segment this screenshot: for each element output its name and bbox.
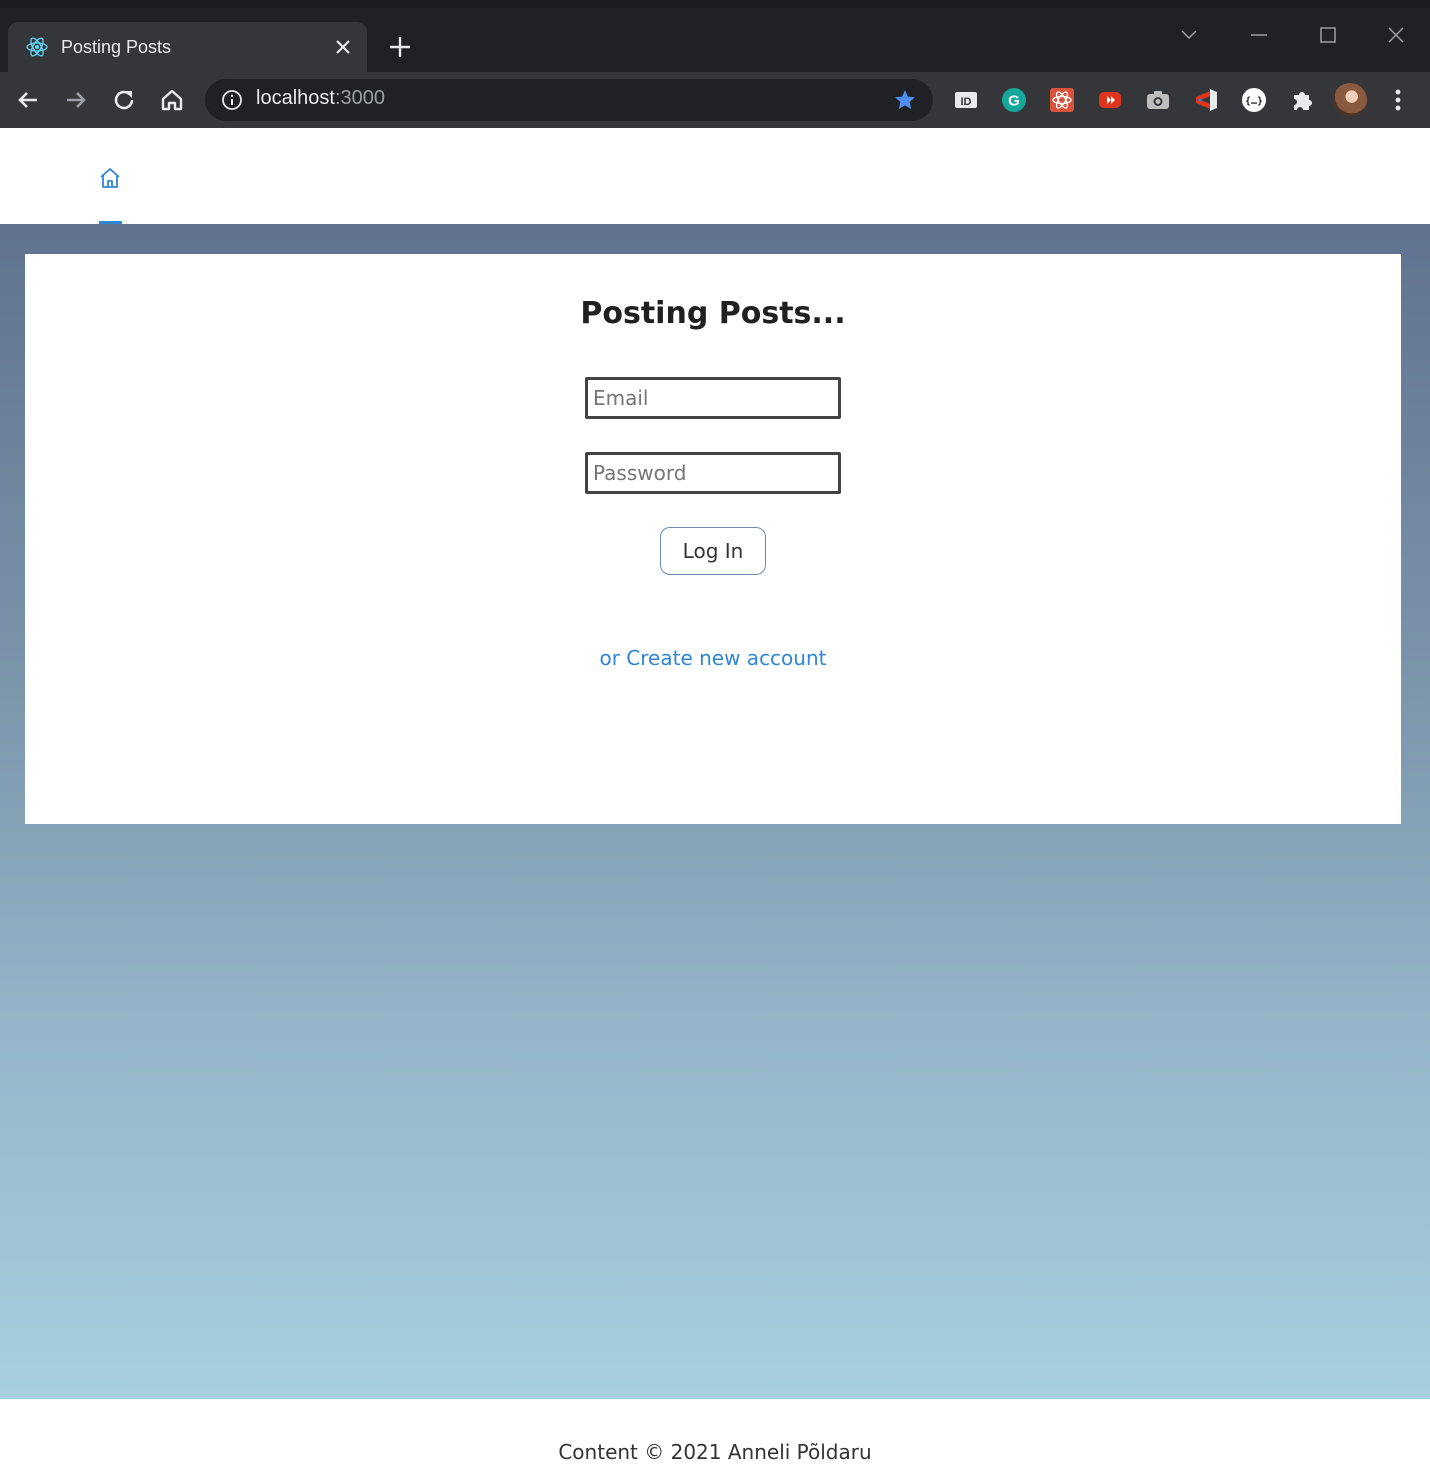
minimize-icon[interactable] bbox=[1244, 20, 1274, 50]
json-viewer-icon[interactable]: {…} bbox=[1240, 86, 1268, 114]
url-port: :3000 bbox=[334, 87, 385, 109]
password-field[interactable] bbox=[585, 452, 841, 494]
vscode-extension-icon[interactable] bbox=[1192, 86, 1220, 114]
info-icon[interactable] bbox=[221, 89, 243, 111]
svg-text:ID: ID bbox=[961, 96, 972, 108]
site-navbar bbox=[0, 128, 1430, 224]
url-host: localhost bbox=[256, 87, 335, 109]
svg-text:{…}: {…} bbox=[1245, 96, 1263, 107]
footer-copyright: Content © 2021 Anneli Põldaru bbox=[558, 1440, 872, 1464]
back-arrow-icon[interactable] bbox=[12, 84, 44, 116]
page-title: Posting Posts... bbox=[580, 296, 846, 331]
star-icon[interactable] bbox=[893, 88, 917, 112]
create-account-link[interactable]: or Create new account bbox=[25, 646, 1401, 670]
plus-icon[interactable] bbox=[386, 33, 414, 61]
tab-strip: Posting Posts bbox=[0, 8, 1430, 72]
maximize-icon[interactable] bbox=[1313, 20, 1343, 50]
footer: Content © 2021 Anneli Põldaru bbox=[0, 1399, 1430, 1473]
react-atom-icon bbox=[26, 37, 48, 57]
email-field[interactable] bbox=[585, 377, 841, 419]
grammarly-icon[interactable]: G bbox=[1000, 86, 1028, 114]
puzzle-icon[interactable] bbox=[1288, 86, 1316, 114]
browser-tab-active[interactable]: Posting Posts bbox=[8, 22, 367, 72]
camera-extension-icon[interactable] bbox=[1144, 86, 1172, 114]
window-frame bbox=[0, 0, 1430, 8]
tab-title: Posting Posts bbox=[61, 37, 172, 57]
video-extension-icon[interactable] bbox=[1096, 86, 1124, 114]
address-bar[interactable]: localhost:3000 bbox=[205, 79, 933, 121]
close-icon[interactable] bbox=[331, 35, 355, 59]
forward-arrow-icon[interactable] bbox=[60, 84, 92, 116]
profile-avatar[interactable] bbox=[1333, 83, 1367, 117]
react-devtools-icon[interactable] bbox=[1048, 86, 1076, 114]
svg-text:G: G bbox=[1008, 93, 1020, 110]
reload-icon[interactable] bbox=[108, 84, 140, 116]
id-extension-icon[interactable]: ID bbox=[952, 86, 980, 114]
home-icon[interactable] bbox=[96, 164, 124, 192]
kebab-menu-icon[interactable] bbox=[1382, 84, 1414, 116]
login-button[interactable]: Log In bbox=[660, 527, 766, 575]
tab-search-chevron-icon[interactable] bbox=[1174, 20, 1204, 50]
browser-toolbar: localhost:3000 ID G {…} bbox=[0, 72, 1430, 128]
url-text: localhost:3000 bbox=[256, 87, 385, 110]
window-close-icon[interactable] bbox=[1381, 20, 1411, 50]
home-icon[interactable] bbox=[156, 84, 188, 116]
login-card: Posting Posts... Log In or Create new ac… bbox=[25, 254, 1401, 824]
